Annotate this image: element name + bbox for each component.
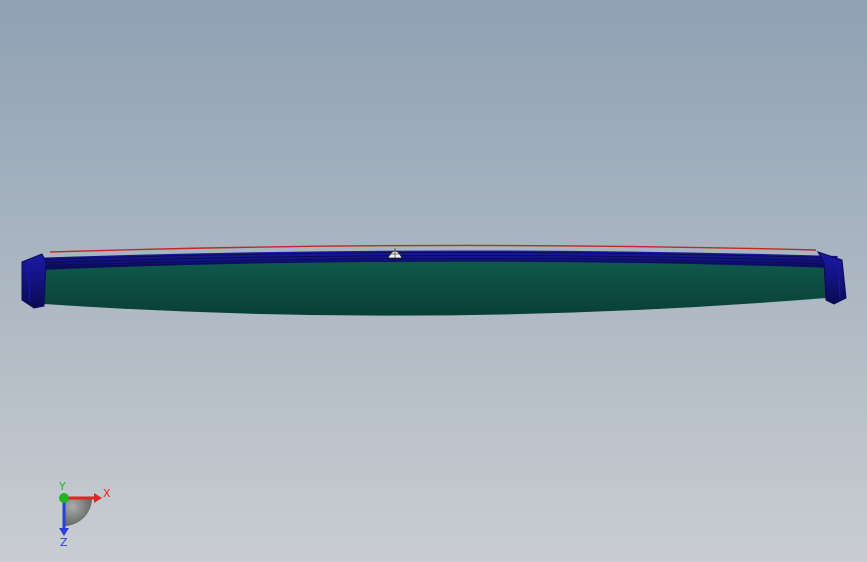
graphics-viewport[interactable]: X Z Y	[0, 0, 867, 562]
triad-shadow	[64, 498, 92, 526]
z-axis-label: Z	[60, 536, 68, 549]
part-left-end[interactable]	[21, 253, 47, 309]
y-axis-dot	[59, 493, 69, 503]
orientation-triad: X Z Y	[58, 480, 111, 549]
y-axis-label: Y	[58, 480, 66, 493]
part-front-face[interactable]	[42, 259, 830, 316]
x-axis-label: X	[103, 487, 111, 500]
3d-part-model[interactable]	[0, 0, 867, 562]
